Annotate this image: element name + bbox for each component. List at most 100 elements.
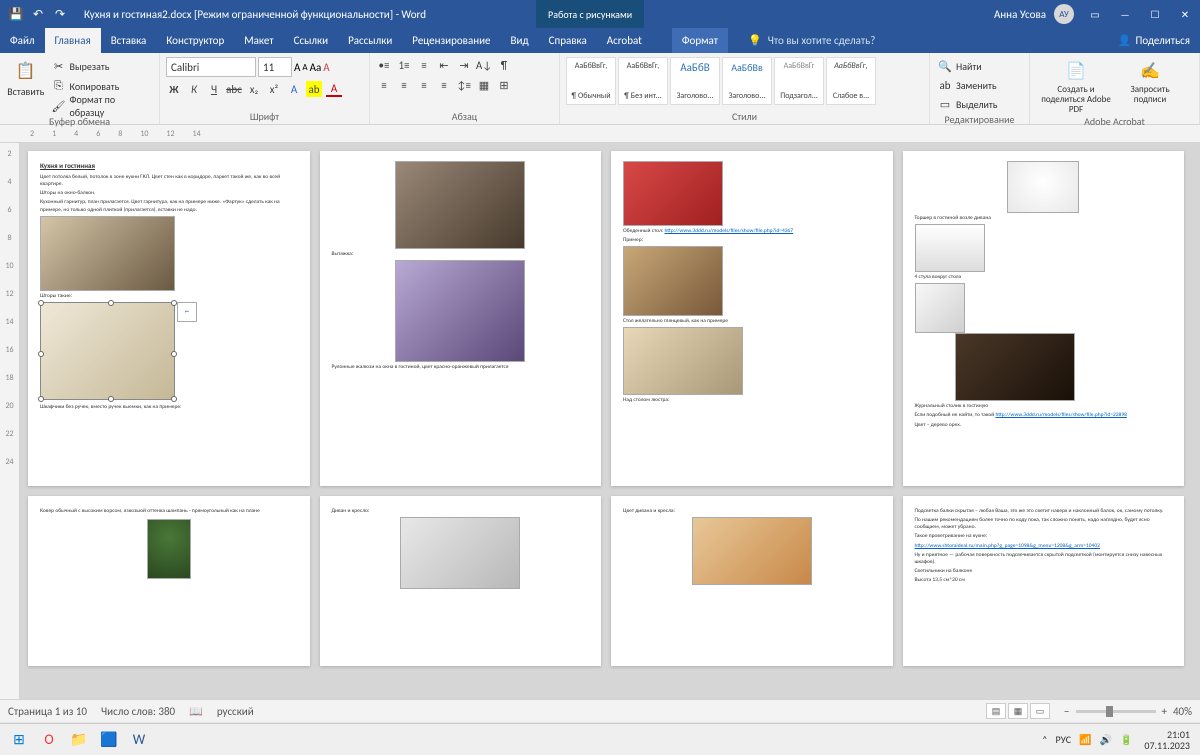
page-2[interactable]: Вытяжка: Рулонные жалюзи на окна в гости… [320,151,602,486]
maximize-icon[interactable]: ☐ [1140,0,1170,28]
spell-check-icon[interactable]: 📖 [189,705,203,718]
indent-inc-icon[interactable]: ⇥ [456,57,472,73]
align-center-icon[interactable]: ≡ [396,77,412,93]
replace-button[interactable]: abЗаменить [936,76,999,94]
strike-icon[interactable]: abc [226,81,242,97]
find-button[interactable]: 🔍Найти [936,57,999,75]
read-mode-icon[interactable]: ▤ [986,703,1006,719]
highlight-icon[interactable]: ab [306,81,322,97]
clock[interactable]: 21:01 07.11.2023 [1138,729,1196,751]
format-painter-button[interactable]: 🖌Формат по образцу [50,97,153,115]
zoom-out-icon[interactable]: − [1064,705,1069,718]
change-case-icon[interactable]: Aa [310,61,322,74]
tab-design[interactable]: Конструктор [156,28,234,53]
page-6[interactable]: Диван и кресло: [320,496,602,666]
page-3[interactable]: Обеденный стол: http://www.3ddd.ru/model… [611,151,893,486]
shading-icon[interactable]: ▦ [476,77,492,93]
grow-font-icon[interactable]: A [294,61,300,74]
vertical-ruler[interactable]: 24681012141618202224 [0,143,20,699]
start-button[interactable]: ⊞ [4,727,34,753]
keyboard-layout[interactable]: РУС [1056,733,1072,746]
user-account[interactable]: Анна Усова АУ [988,4,1080,24]
underline-icon[interactable]: Ч [206,81,222,97]
app-icon[interactable]: 🟦 [94,727,124,753]
bold-icon[interactable]: Ж [166,81,182,97]
bullets-icon[interactable]: •≡ [376,57,392,73]
multilevel-icon[interactable]: ≡ [416,57,432,73]
align-left-icon[interactable]: ≡ [376,77,392,93]
tab-mailings[interactable]: Рассылки [338,28,402,53]
page-7[interactable]: Цвет дивана и кресла: [611,496,893,666]
page-5[interactable]: Ковер обычный с высоким ворсом, язкозыой… [28,496,310,666]
tab-references[interactable]: Ссылки [284,28,339,53]
undo-icon[interactable]: ↶ [30,6,46,22]
image-dining-2[interactable] [623,327,743,395]
font-name-select[interactable]: Calibri [166,57,256,77]
zoom-slider[interactable] [1076,710,1156,713]
tab-help[interactable]: Справка [539,28,597,53]
borders-icon[interactable]: ⊞ [496,77,512,93]
tell-me-search[interactable]: 💡Что вы хотите сделать? [738,28,1108,53]
align-right-icon[interactable]: ≡ [416,77,432,93]
page-1[interactable]: Кухня и гостинная Цвет потолка белый, по… [28,151,310,486]
text-effects-icon[interactable]: A [286,81,302,97]
subscript-icon[interactable]: x₂ [246,81,262,97]
image-floor-lamp[interactable] [915,224,985,272]
share-button[interactable]: 👤Поделиться [1108,28,1200,53]
file-explorer-icon[interactable]: 📁 [64,727,94,753]
zoom-in-icon[interactable]: + [1162,705,1167,718]
layout-options-icon[interactable]: ⌐ [177,302,197,322]
numbering-icon[interactable]: 1≡ [396,57,412,73]
image-living-room[interactable] [692,517,812,585]
tab-review[interactable]: Рецензирование [402,28,500,53]
image-selected[interactable] [40,302,175,400]
horizontal-ruler[interactable]: 21468101214 [0,125,1200,143]
style-normal[interactable]: АаБбВвГг,¶ Обычный [566,57,616,105]
select-button[interactable]: ▭Выделить [936,95,999,113]
picture-tools-tab[interactable]: Работа с рисунками [536,0,644,28]
save-icon[interactable]: 💾 [8,6,24,22]
tab-acrobat[interactable]: Acrobat [597,28,652,53]
tab-insert[interactable]: Вставка [101,28,157,53]
link-model-2[interactable]: http://www.3ddd.ru/models/files/show/fil… [995,412,1126,418]
tab-format[interactable]: Формат [672,28,728,53]
tab-layout[interactable]: Макет [234,28,283,53]
image-kitchen-1[interactable] [40,216,175,291]
page-4[interactable]: Торшер в гостиной возле дивана 4 стула в… [903,151,1185,486]
volume-icon[interactable]: 🔊 [1099,733,1111,746]
style-heading1[interactable]: АаБбВЗаголово... [670,57,720,105]
indent-dec-icon[interactable]: ⇤ [436,57,452,73]
image-kitchen-3[interactable] [395,161,525,249]
battery-icon[interactable]: 🔋 [1120,733,1132,746]
close-icon[interactable]: ✕ [1170,0,1200,28]
superscript-icon[interactable]: x² [266,81,282,97]
zoom-level[interactable]: 40% [1173,705,1192,718]
image-lamp[interactable] [1007,161,1079,213]
ribbon-display-icon[interactable]: ▭ [1080,0,1110,28]
image-kitchen-4[interactable] [395,260,525,362]
word-count[interactable]: Число слов: 380 [101,705,175,718]
adobe-create-button[interactable]: 📄Создать и поделиться Adobe PDF [1036,55,1116,115]
font-color-icon[interactable]: A [326,81,342,97]
tab-view[interactable]: Вид [501,28,539,53]
print-layout-icon[interactable]: ▦ [1008,703,1028,719]
show-marks-icon[interactable]: ¶ [496,57,512,73]
line-spacing-icon[interactable]: ↕≡ [456,77,472,93]
font-size-select[interactable]: 11 [258,57,292,77]
image-dining-1[interactable] [623,246,723,316]
language-status[interactable]: русский [217,705,254,718]
clear-format-icon[interactable]: A [323,61,329,74]
paste-button[interactable]: 📋Вставить [6,55,46,98]
redo-icon[interactable]: ↷ [52,6,68,22]
style-heading2[interactable]: АаБбВвЗаголово... [722,57,772,105]
link-model-1[interactable]: http://www.3ddd.ru/models/files/show/fil… [664,228,793,234]
link-ventilation[interactable]: http://www.shtoraideal.ru/main.php?g_pag… [915,543,1100,549]
image-coffee-table[interactable] [955,333,1075,401]
page-8[interactable]: Подсветка балки скрытая – любая Ваша, эт… [903,496,1185,666]
wifi-icon[interactable]: 📶 [1079,733,1091,746]
image-red-room[interactable] [623,161,723,226]
tab-file[interactable]: Файл [0,28,45,53]
styles-gallery[interactable]: АаБбВвГг,¶ Обычный АаБбВвГг,¶ Без инт...… [566,55,876,105]
minimize-icon[interactable]: — [1110,0,1140,28]
style-nospacing[interactable]: АаБбВвГг,¶ Без инт... [618,57,668,105]
